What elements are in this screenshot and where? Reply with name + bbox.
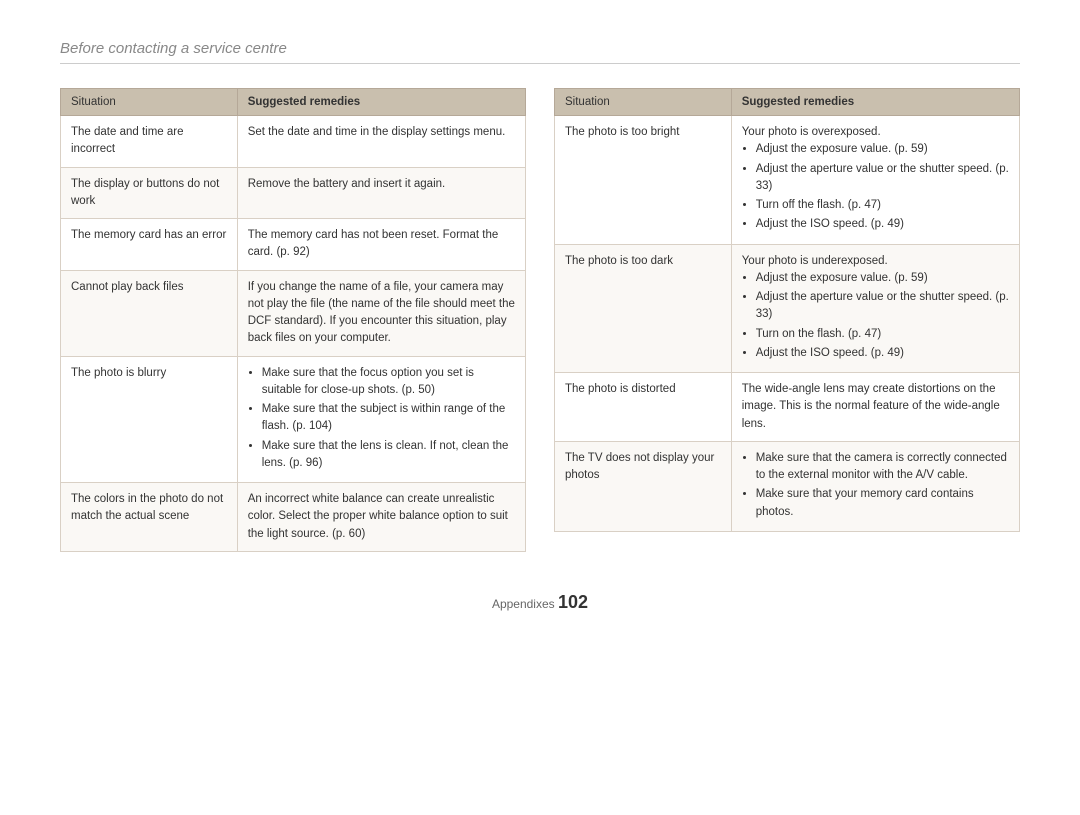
list-item: Make sure that the subject is within ran… bbox=[262, 401, 515, 436]
table-row: The photo is blurry Make sure that the fo… bbox=[61, 356, 526, 483]
situation-cell: The photo is too bright bbox=[555, 116, 732, 245]
remedy-text: The wide-angle lens may create distortio… bbox=[742, 381, 1009, 433]
table-row: Cannot play back filesIf you change the … bbox=[61, 270, 526, 356]
remedy-cell: Make sure that the camera is correctly c… bbox=[731, 441, 1019, 531]
list-item: Adjust the ISO speed. (p. 49) bbox=[756, 345, 1009, 362]
right-table-wrapper: Situation Suggested remedies The photo i… bbox=[554, 88, 1020, 552]
remedy-cell: If you change the name of a file, your c… bbox=[237, 270, 525, 356]
list-item: Turn on the flash. (p. 47) bbox=[756, 326, 1009, 343]
footer-page: 102 bbox=[558, 592, 588, 612]
remedy-list: Adjust the exposure value. (p. 59) Adjust… bbox=[742, 141, 1009, 233]
remedy-text: Your photo is underexposed. bbox=[742, 253, 1009, 270]
remedy-text: Your photo is overexposed. bbox=[742, 124, 1009, 141]
situation-cell: The colors in the photo do not match the… bbox=[61, 483, 238, 552]
table-row: The memory card has an error The memory c… bbox=[61, 219, 526, 271]
remedy-cell: An incorrect white balance can create un… bbox=[237, 483, 525, 552]
right-col1-header: Situation bbox=[555, 89, 732, 116]
left-col2-header: Suggested remedies bbox=[237, 89, 525, 116]
footer-label: Appendixes bbox=[492, 597, 555, 611]
remedy-cell: Remove the battery and insert it again. bbox=[237, 167, 525, 219]
remedy-list: Adjust the exposure value. (p. 59) Adjust… bbox=[742, 270, 1009, 362]
table-row: The photo is too darkYour photo is under… bbox=[555, 244, 1020, 373]
remedy-cell: Make sure that the focus option you set … bbox=[237, 356, 525, 483]
table-row: The photo is too brightYour photo is ove… bbox=[555, 116, 1020, 245]
list-item: Adjust the aperture value or the shutter… bbox=[756, 289, 1009, 324]
list-item: Adjust the aperture value or the shutter… bbox=[756, 161, 1009, 196]
list-item: Adjust the exposure value. (p. 59) bbox=[756, 270, 1009, 287]
page-title: Before contacting a service centre bbox=[60, 40, 1020, 64]
right-col2-header: Suggested remedies bbox=[731, 89, 1019, 116]
situation-cell: The display or buttons do not work bbox=[61, 167, 238, 219]
left-table-wrapper: Situation Suggested remedies The date an… bbox=[60, 88, 526, 552]
situation-cell: The photo is blurry bbox=[61, 356, 238, 483]
remedy-text: An incorrect white balance can create un… bbox=[248, 491, 515, 543]
remedy-text: Set the date and time in the display set… bbox=[248, 124, 515, 141]
content-area: Situation Suggested remedies The date an… bbox=[60, 88, 1020, 552]
list-item: Make sure that the lens is clean. If not… bbox=[262, 438, 515, 473]
remedy-cell: The wide-angle lens may create distortio… bbox=[731, 373, 1019, 442]
list-item: Adjust the ISO speed. (p. 49) bbox=[756, 216, 1009, 233]
table-row: The photo is distortedThe wide-angle len… bbox=[555, 373, 1020, 442]
table-row: The TV does not display your photos Make … bbox=[555, 441, 1020, 531]
remedy-cell: The memory card has not been reset. Form… bbox=[237, 219, 525, 271]
remedy-text: The memory card has not been reset. Form… bbox=[248, 227, 515, 262]
right-table: Situation Suggested remedies The photo i… bbox=[554, 88, 1020, 532]
table-row: The display or buttons do not work Remove… bbox=[61, 167, 526, 219]
table-row: The colors in the photo do not match the… bbox=[61, 483, 526, 552]
table-row: The date and time are incorrect Set the d… bbox=[61, 116, 526, 168]
list-item: Adjust the exposure value. (p. 59) bbox=[756, 141, 1009, 158]
list-item: Make sure that your memory card contains… bbox=[756, 486, 1009, 521]
list-item: Turn off the flash. (p. 47) bbox=[756, 197, 1009, 214]
situation-cell: The memory card has an error bbox=[61, 219, 238, 271]
remedy-text: If you change the name of a file, your c… bbox=[248, 279, 515, 348]
situation-cell: Cannot play back files bbox=[61, 270, 238, 356]
situation-cell: The photo is too dark bbox=[555, 244, 732, 373]
list-item: Make sure that the focus option you set … bbox=[262, 365, 515, 400]
remedy-list: Make sure that the camera is correctly c… bbox=[742, 450, 1009, 521]
situation-cell: The photo is distorted bbox=[555, 373, 732, 442]
situation-cell: The date and time are incorrect bbox=[61, 116, 238, 168]
remedy-list: Make sure that the focus option you set … bbox=[248, 365, 515, 473]
left-col1-header: Situation bbox=[61, 89, 238, 116]
remedy-text: Remove the battery and insert it again. bbox=[248, 176, 515, 193]
remedy-cell: Your photo is underexposed.Adjust the ex… bbox=[731, 244, 1019, 373]
page-footer: Appendixes 102 bbox=[60, 592, 1020, 613]
left-table: Situation Suggested remedies The date an… bbox=[60, 88, 526, 552]
remedy-cell: Set the date and time in the display set… bbox=[237, 116, 525, 168]
remedy-cell: Your photo is overexposed.Adjust the exp… bbox=[731, 116, 1019, 245]
list-item: Make sure that the camera is correctly c… bbox=[756, 450, 1009, 485]
situation-cell: The TV does not display your photos bbox=[555, 441, 732, 531]
